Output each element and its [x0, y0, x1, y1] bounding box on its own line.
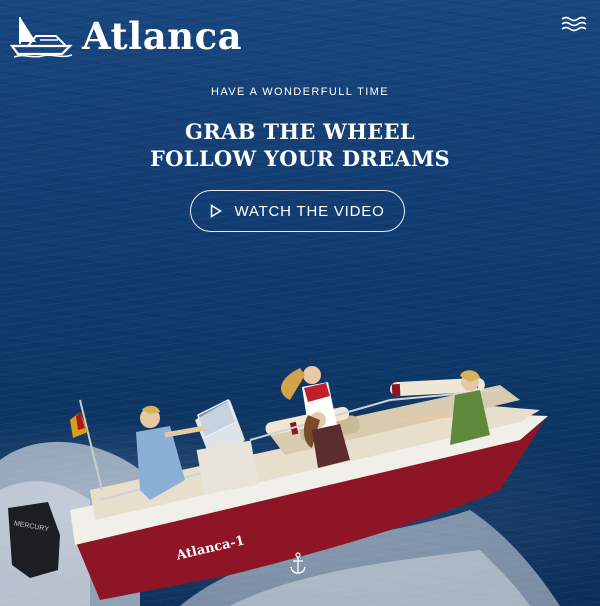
play-icon: [211, 204, 223, 218]
watch-video-label: WATCH THE VIDEO: [234, 202, 385, 220]
waves-menu-icon: [561, 16, 587, 32]
menu-button[interactable]: [560, 14, 588, 34]
brand-name: Atlanca: [82, 14, 243, 58]
watch-video-button[interactable]: WATCH THE VIDEO: [190, 190, 405, 232]
brand-logo[interactable]: Atlanca: [10, 14, 242, 58]
anchor-icon: [290, 552, 306, 574]
hero-tagline: HAVE A WONDERFULL TIME: [211, 86, 389, 98]
headline-line-1: GRAB THE WHEEL: [185, 119, 415, 144]
scroll-down-button[interactable]: [289, 552, 307, 576]
hero-headline: GRAB THE WHEEL FOLLOW YOUR DREAMS: [0, 118, 600, 172]
yacht-logo-icon: [10, 17, 73, 58]
headline-line-2: FOLLOW YOUR DREAMS: [149, 146, 451, 171]
hero-section: MERCURY Atlanca-1 Atlanca HAVE A WONDERF…: [0, 0, 600, 606]
